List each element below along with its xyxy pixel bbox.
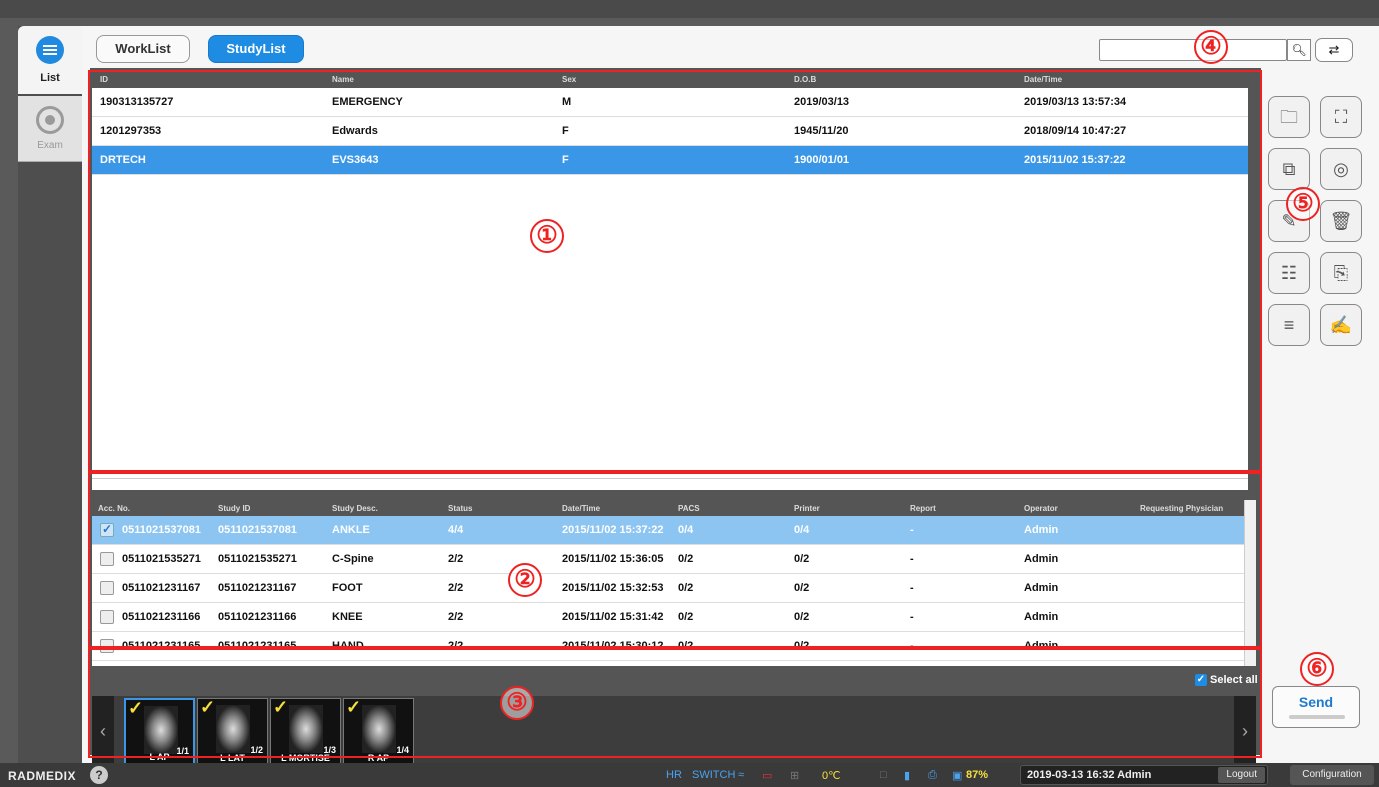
storage-icon: ▮ bbox=[904, 770, 911, 782]
search-input[interactable] bbox=[1099, 39, 1287, 61]
refresh-button[interactable]: ⇄ bbox=[1315, 38, 1353, 62]
burn-cd-button[interactable]: ◎ bbox=[1320, 148, 1362, 190]
top-band bbox=[0, 0, 1379, 18]
clipboard-button[interactable]: ⎘ bbox=[1320, 252, 1362, 294]
capture-button[interactable]: ⛶ bbox=[1320, 96, 1362, 138]
main-panel: WorkList StudyList 🔍︎ ⇄ ID Name Sex D.O.… bbox=[82, 26, 1379, 768]
open-folder-button[interactable]: 🗀 bbox=[1268, 96, 1310, 138]
capture-icon: ⛶ bbox=[1334, 107, 1348, 127]
status-bar: RADMEDIX ? HR SWITCH ≈ ▭ ⊞ 0℃ □ ▮ ⎙ ▣ 87… bbox=[0, 763, 1379, 787]
switch-indicator: SWITCH bbox=[692, 769, 736, 781]
temperature-indicator: 0℃ bbox=[822, 770, 841, 782]
nav-exam-label: Exam bbox=[37, 140, 63, 151]
report-edit-icon: ✍ bbox=[1329, 315, 1353, 335]
logout-button[interactable]: Logout bbox=[1218, 767, 1265, 783]
list-menu-icon bbox=[36, 36, 64, 64]
left-nav: List Exam bbox=[18, 26, 82, 763]
annotation-marker-4: ④ bbox=[1194, 30, 1228, 64]
report-view-icon: ≡ bbox=[1283, 315, 1295, 335]
excel-icon: ☷ bbox=[1280, 263, 1298, 283]
brand-logo: RADMEDIX bbox=[8, 769, 77, 783]
battery-level: 87% bbox=[966, 769, 989, 781]
annotation-box-1 bbox=[88, 70, 1262, 472]
hr-indicator: HR bbox=[666, 769, 682, 781]
cd-icon: ◎ bbox=[1333, 159, 1349, 179]
search-icon: 🔍︎ bbox=[1291, 43, 1307, 57]
send-progress-bar bbox=[1289, 715, 1345, 719]
nav-list-tab[interactable]: List bbox=[18, 26, 82, 94]
annotation-marker-2: ② bbox=[508, 563, 542, 597]
annotation-box-2 bbox=[88, 472, 1262, 648]
datetime-user: 2019-03-13 16:32 Admin bbox=[1027, 769, 1152, 781]
report-view-button[interactable]: ≡ bbox=[1268, 304, 1310, 346]
studylist-tab[interactable]: StudyList bbox=[208, 35, 304, 63]
refresh-icon: ⇄ bbox=[1328, 42, 1340, 57]
report-edit-button[interactable]: ✍ bbox=[1320, 304, 1362, 346]
nav-list-label: List bbox=[40, 72, 60, 84]
grid-icon: ⊞ bbox=[790, 770, 800, 782]
datetime-user-box: 2019-03-13 16:32 Admin Logout bbox=[1020, 765, 1268, 785]
clipboard-icon: ⎘ bbox=[1333, 263, 1349, 283]
printer-icon: ⎙ bbox=[928, 769, 937, 781]
annotation-marker-1: ① bbox=[530, 219, 564, 253]
configuration-button[interactable]: Configuration bbox=[1290, 765, 1374, 785]
send-label: Send bbox=[1298, 694, 1334, 710]
wifi-icon: ≈ bbox=[738, 769, 745, 781]
folder-icon: 🗀 bbox=[1280, 107, 1298, 127]
delete-button[interactable]: 🗑︎ bbox=[1320, 200, 1362, 242]
annotation-box-3 bbox=[88, 648, 1262, 758]
exam-target-icon bbox=[36, 106, 64, 134]
battery-icon: ▣ bbox=[952, 770, 963, 782]
annotation-marker-6: ⑥ bbox=[1300, 652, 1334, 686]
trash-icon: 🗑︎ bbox=[1329, 211, 1353, 231]
copy-image-icon: ⧉ bbox=[1282, 159, 1296, 179]
copy-image-button[interactable]: ⧉ bbox=[1268, 148, 1310, 190]
annotation-marker-3: ③ bbox=[500, 686, 534, 720]
help-button[interactable]: ? bbox=[90, 766, 108, 784]
detector-icon: ▭ bbox=[762, 770, 773, 782]
worklist-tab[interactable]: WorkList bbox=[96, 35, 190, 63]
search-button[interactable]: 🔍︎ bbox=[1287, 39, 1311, 61]
monitor-icon: □ bbox=[880, 769, 887, 781]
annotation-marker-5: ⑤ bbox=[1286, 187, 1320, 221]
export-excel-button[interactable]: ☷ bbox=[1268, 252, 1310, 294]
nav-exam-tab[interactable]: Exam bbox=[18, 96, 82, 162]
send-button[interactable]: Send bbox=[1272, 686, 1360, 728]
